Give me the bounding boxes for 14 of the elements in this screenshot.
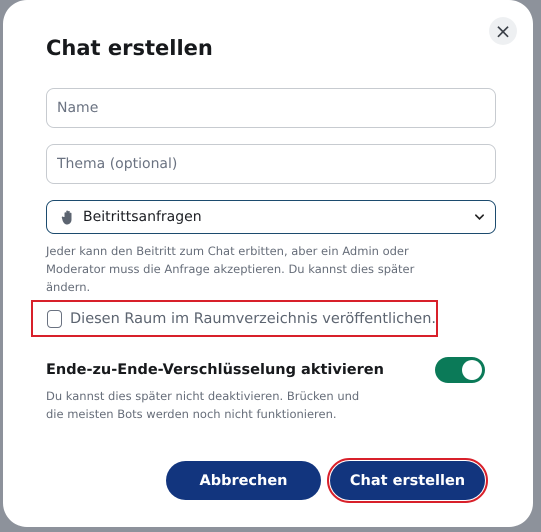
create-chat-button[interactable]: Chat erstellen	[330, 461, 485, 500]
checkbox[interactable]	[47, 310, 62, 328]
close-button[interactable]: ×	[489, 17, 517, 45]
cancel-button[interactable]: Abbrechen	[166, 461, 321, 500]
publish-checkbox-row[interactable]: Diesen Raum im Raumverzeichnis veröffentlichen.	[31, 300, 438, 337]
input-field[interactable]: Thema (optional)	[46, 144, 496, 184]
encryption-description: Du kannst dies später nicht deaktivieren. Brücken und die meisten Bots werden noch nicht funktionieren.	[46, 388, 360, 423]
encryption-toggle[interactable]	[435, 357, 485, 383]
input-field[interactable]: Name	[46, 88, 496, 128]
join-rule-dropdown[interactable]: Beitrittsanfragen	[46, 200, 496, 234]
dialog-title: Chat erstellen	[46, 36, 214, 60]
chevron-down-icon	[474, 213, 485, 221]
encryption-label: Ende-zu-Ende-Verschlüsselung aktivieren	[46, 362, 384, 378]
join-rule-description: Jeder kann den Beitritt zum Chat erbitten, aber ein Admin oder Moderator muss die Anfrage akzeptieren. Du kannst dies später ändern.	[46, 243, 416, 296]
